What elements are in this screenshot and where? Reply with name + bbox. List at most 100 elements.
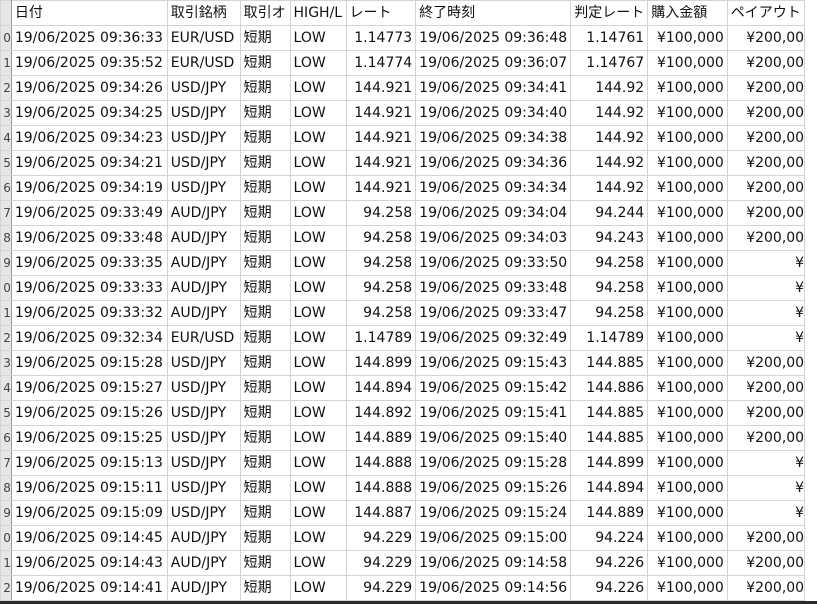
table-cell[interactable]: 19/06/2025 09:15:26 [415,475,572,501]
table-cell[interactable]: 144.888 [345,475,417,501]
table-cell[interactable]: 短期 [239,100,291,126]
table-cell[interactable]: 短期 [239,225,291,251]
table-cell[interactable]: 19/06/2025 09:35:52 [10,50,168,76]
table-cell[interactable]: 19/06/2025 09:34:03 [415,225,572,251]
table-cell[interactable]: ¥100,000 [647,200,728,226]
table-cell[interactable]: 19/06/2025 09:36:33 [10,25,168,51]
table-cell[interactable]: 144.92 [570,100,649,126]
table-cell[interactable]: 94.243 [570,225,649,251]
table-cell[interactable]: LOW [289,500,347,526]
column-header[interactable]: 終了時刻 [415,0,572,26]
table-cell[interactable]: AUD/JPY [166,525,241,551]
table-cell[interactable]: 19/06/2025 09:15:43 [415,350,572,376]
column-header[interactable]: レート [345,0,417,26]
table-cell[interactable]: 94.244 [570,200,649,226]
table-cell[interactable]: 1.14789 [345,325,417,351]
table-cell[interactable]: EUR/USD [166,25,241,51]
row-number[interactable]: 2 [0,325,12,351]
table-cell[interactable]: LOW [289,400,347,426]
table-cell[interactable]: 144.92 [570,125,649,151]
table-cell[interactable]: USD/JPY [166,175,241,201]
column-header[interactable]: 日付 [10,0,168,26]
table-cell[interactable]: ¥100,000 [647,425,728,451]
table-cell[interactable]: ¥100,000 [647,500,728,526]
table-cell[interactable]: USD/JPY [166,150,241,176]
table-cell[interactable]: LOW [289,525,347,551]
table-cell[interactable]: 短期 [239,550,291,576]
table-cell[interactable]: 短期 [239,75,291,101]
table-cell[interactable]: 94.226 [570,575,649,601]
table-cell[interactable]: 19/06/2025 09:33:50 [415,250,572,276]
row-number[interactable]: 1 [0,550,12,576]
table-cell[interactable]: ¥100,000 [647,175,728,201]
table-cell[interactable]: 1.14767 [570,50,649,76]
table-cell[interactable]: 144.92 [570,175,649,201]
table-cell[interactable]: 94.229 [345,550,417,576]
table-cell[interactable]: EUR/USD [166,50,241,76]
table-cell[interactable]: EUR/USD [166,325,241,351]
row-number[interactable]: 4 [0,375,12,401]
table-cell[interactable]: 19/06/2025 09:32:34 [10,325,168,351]
row-number[interactable]: 2 [0,75,12,101]
table-cell[interactable]: ¥100,000 [647,350,728,376]
row-number[interactable]: 8 [0,225,12,251]
table-cell[interactable]: 19/06/2025 09:15:11 [10,475,168,501]
table-cell[interactable]: USD/JPY [166,100,241,126]
table-cell[interactable]: 19/06/2025 09:34:38 [415,125,572,151]
table-cell[interactable]: LOW [289,175,347,201]
table-cell[interactable]: USD/JPY [166,75,241,101]
table-cell[interactable]: LOW [289,200,347,226]
table-cell[interactable]: USD/JPY [166,425,241,451]
row-number[interactable]: 7 [0,450,12,476]
table-cell[interactable]: 19/06/2025 09:34:40 [415,100,572,126]
table-cell[interactable]: 19/06/2025 09:15:42 [415,375,572,401]
table-cell[interactable]: 19/06/2025 09:34:34 [415,175,572,201]
table-cell[interactable]: 144.889 [345,425,417,451]
table-cell[interactable]: USD/JPY [166,475,241,501]
table-cell[interactable]: 19/06/2025 09:34:21 [10,150,168,176]
table-cell[interactable]: 短期 [239,475,291,501]
column-header[interactable]: 判定レート [570,0,649,26]
column-header[interactable]: HIGH/L [289,0,347,26]
table-cell[interactable]: 短期 [239,350,291,376]
table-cell[interactable]: 1.14774 [345,50,417,76]
table-cell[interactable]: ¥100,000 [647,550,728,576]
table-cell[interactable]: 144.894 [345,375,417,401]
table-cell[interactable]: 94.226 [570,550,649,576]
table-cell[interactable]: 19/06/2025 09:15:28 [10,350,168,376]
table-cell[interactable]: 144.921 [345,75,417,101]
table-cell[interactable]: 144.885 [570,350,649,376]
table-cell[interactable]: 19/06/2025 09:15:09 [10,500,168,526]
table-cell[interactable]: ¥100,000 [647,50,728,76]
table-cell[interactable]: ¥100,000 [647,475,728,501]
table-cell[interactable]: 1.14761 [570,25,649,51]
row-number[interactable]: 0 [0,275,12,301]
table-cell[interactable]: 19/06/2025 09:15:27 [10,375,168,401]
table-cell[interactable]: LOW [289,325,347,351]
table-cell[interactable]: 144.921 [345,150,417,176]
table-cell[interactable]: 144.899 [345,350,417,376]
table-cell[interactable]: LOW [289,575,347,601]
table-cell[interactable]: LOW [289,350,347,376]
table-cell[interactable]: USD/JPY [166,125,241,151]
table-cell[interactable]: ¥100,000 [647,225,728,251]
table-cell[interactable]: 94.258 [570,300,649,326]
row-number[interactable]: 1 [0,50,12,76]
table-cell[interactable]: LOW [289,50,347,76]
table-cell[interactable]: LOW [289,375,347,401]
table-cell[interactable]: 19/06/2025 09:33:35 [10,250,168,276]
table-cell[interactable]: 短期 [239,450,291,476]
row-number[interactable]: 0 [0,525,12,551]
row-number[interactable] [0,0,12,26]
table-cell[interactable]: 19/06/2025 09:15:13 [10,450,168,476]
table-cell[interactable]: LOW [289,475,347,501]
table-cell[interactable]: 19/06/2025 09:14:43 [10,550,168,576]
table-cell[interactable]: 144.921 [345,125,417,151]
table-cell[interactable]: 19/06/2025 09:14:56 [415,575,572,601]
table-cell[interactable]: 94.258 [345,225,417,251]
table-cell[interactable]: 19/06/2025 09:36:48 [415,25,572,51]
table-cell[interactable]: AUD/JPY [166,300,241,326]
table-cell[interactable]: 144.899 [570,450,649,476]
table-cell[interactable]: LOW [289,450,347,476]
table-cell[interactable]: 144.887 [345,500,417,526]
